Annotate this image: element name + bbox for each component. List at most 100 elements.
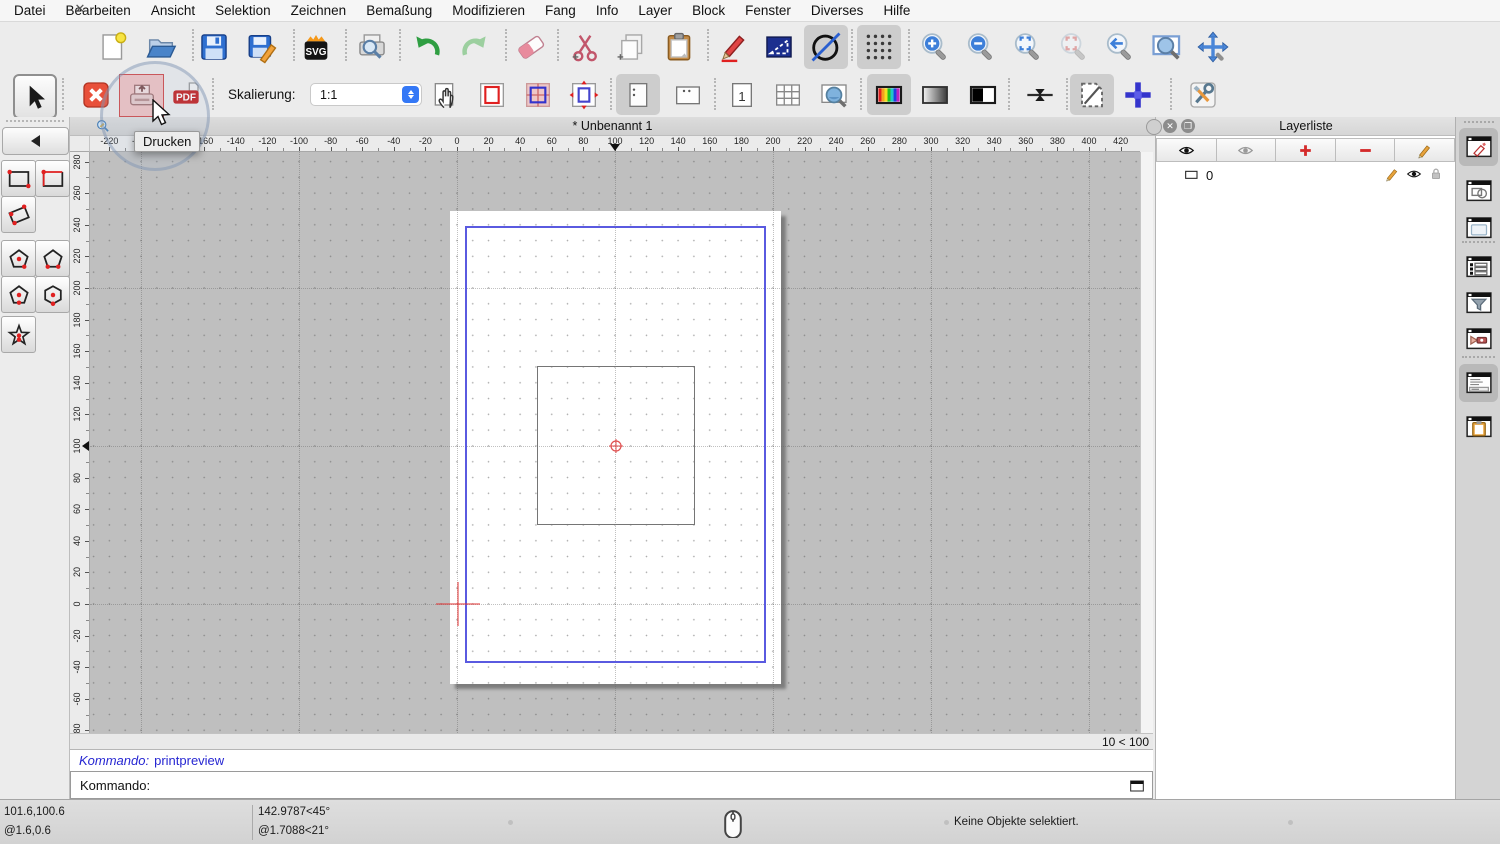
tool-poly-center-vertex-button[interactable]: [1, 240, 36, 277]
tool-rect-rotated-button[interactable]: [1, 196, 36, 233]
menu-item-layer[interactable]: Layer: [628, 3, 682, 18]
dock-filter-button[interactable]: [1459, 284, 1498, 322]
cut-button[interactable]: [562, 25, 606, 69]
page-diagonal-button[interactable]: [1070, 74, 1114, 115]
color-gray-button[interactable]: [913, 74, 957, 115]
ruler-tick: [457, 147, 458, 151]
new-file-button[interactable]: [91, 25, 135, 69]
color-full-button[interactable]: [867, 74, 911, 115]
dock-handle[interactable]: [1464, 121, 1494, 123]
dock-projector-button[interactable]: [1459, 320, 1498, 358]
tool-rect-corners-button[interactable]: [1, 160, 36, 197]
paper-border-button[interactable]: [470, 74, 514, 115]
copy-button[interactable]: [609, 25, 653, 69]
open-folder-button[interactable]: [139, 25, 183, 69]
printer-button[interactable]: [119, 74, 164, 117]
save-button[interactable]: [192, 25, 236, 69]
dock-list-button[interactable]: [1459, 248, 1498, 286]
tool-poly-two-vertex-button[interactable]: [35, 240, 70, 277]
page-single-button[interactable]: 1: [720, 74, 764, 115]
tab-close-button[interactable]: ✕: [72, 1, 88, 17]
pencil-button[interactable]: [1394, 138, 1455, 162]
zoom-in-button[interactable]: [913, 25, 957, 69]
pencil-icon[interactable]: [1384, 166, 1400, 185]
ruler-tick-label: 60: [70, 501, 84, 517]
zoom-out-button[interactable]: [959, 25, 1003, 69]
zoom-page-button[interactable]: [812, 74, 856, 115]
menu-item-diverses[interactable]: Diverses: [801, 3, 874, 18]
dock-layer-button[interactable]: [1459, 128, 1498, 166]
menu-item-bemaßung[interactable]: Bemaßung: [356, 3, 442, 18]
redo-button[interactable]: [453, 25, 497, 69]
zoom-window-button[interactable]: [1145, 25, 1189, 69]
plus-red-button[interactable]: [1275, 138, 1336, 162]
tool-hexagon-button[interactable]: [35, 276, 70, 313]
menu-item-block[interactable]: Block: [682, 3, 735, 18]
zoom-pan-button[interactable]: [1191, 25, 1235, 69]
ruler-tick-label: -40: [70, 659, 84, 675]
tab-corner-button[interactable]: [1146, 119, 1162, 135]
pen-button[interactable]: [711, 25, 755, 69]
print-preview-button[interactable]: [350, 25, 394, 69]
ruler-tick: [852, 148, 853, 151]
dock-block-button[interactable]: [1459, 172, 1498, 210]
dock-handle[interactable]: [6, 120, 64, 122]
tool-poly-center-edge-button[interactable]: [1, 276, 36, 313]
close-x-button[interactable]: [74, 74, 118, 115]
menu-item-info[interactable]: Info: [586, 3, 629, 18]
undo-button[interactable]: [405, 25, 449, 69]
eye-off-button[interactable]: [1216, 138, 1277, 162]
dock-clipboard-button[interactable]: [1459, 408, 1498, 446]
menu-item-ansicht[interactable]: Ansicht: [141, 3, 205, 18]
zoom-back-button[interactable]: [1098, 25, 1142, 69]
scale-dropdown[interactable]: 1:1: [310, 83, 422, 106]
paper-fit-icon: [568, 79, 600, 111]
menu-item-zeichnen[interactable]: Zeichnen: [281, 3, 357, 18]
drawing-canvas[interactable]: [90, 152, 1140, 733]
settings-button[interactable]: [1181, 74, 1225, 115]
color-bw-button[interactable]: [961, 74, 1005, 115]
menu-item-hilfe[interactable]: Hilfe: [873, 3, 920, 18]
command-window-button[interactable]: [1126, 777, 1147, 794]
hand-pan-button[interactable]: [424, 74, 468, 115]
zoom-auto-button[interactable]: [1006, 25, 1050, 69]
pdf-export-button[interactable]: PDF: [164, 74, 208, 115]
save-as-button[interactable]: [240, 25, 284, 69]
menu-item-fenster[interactable]: Fenster: [735, 3, 801, 18]
minus-red-button[interactable]: [1335, 138, 1396, 162]
eye-on-button[interactable]: [1156, 138, 1217, 162]
eye-on-icon[interactable]: [1406, 166, 1422, 185]
snap-grid-button[interactable]: [857, 25, 901, 69]
paper-tiled-button[interactable]: [516, 74, 560, 115]
svg-export-button[interactable]: SVG: [294, 25, 338, 69]
select-arrow-button[interactable]: [13, 74, 57, 119]
back-button[interactable]: [2, 127, 69, 155]
circle-line-button[interactable]: [804, 25, 848, 69]
vertical-scrollbar[interactable]: [1140, 152, 1153, 733]
command-input[interactable]: Kommando:: [70, 771, 1153, 799]
menu-item-bearbeiten[interactable]: Bearbeiten: [56, 3, 141, 18]
tool-rect-edge-button[interactable]: [35, 160, 70, 197]
menu-item-selektion[interactable]: Selektion: [205, 3, 281, 18]
zoom-pan-icon: [1196, 30, 1230, 64]
page-landscape-button[interactable]: [666, 74, 710, 115]
menu-item-datei[interactable]: Datei: [4, 3, 56, 18]
ruler-tick: [86, 715, 89, 716]
lock-icon[interactable]: [1428, 166, 1444, 185]
pencil-icon: [1416, 142, 1433, 159]
page-grid-button[interactable]: [766, 74, 810, 115]
paper-fit-button[interactable]: [562, 74, 606, 115]
line-width-button[interactable]: [1018, 74, 1062, 115]
paste-button[interactable]: [657, 25, 701, 69]
stepper-icon[interactable]: [402, 86, 419, 103]
crosshair-button[interactable]: [1116, 74, 1160, 115]
menu-item-fang[interactable]: Fang: [535, 3, 586, 18]
page-portrait-button[interactable]: [616, 74, 660, 115]
layer-row[interactable]: 0: [1156, 164, 1454, 186]
ruler-tick: [568, 148, 569, 151]
eraser-button[interactable]: [509, 25, 553, 69]
dock-console-button[interactable]: [1459, 364, 1498, 402]
draw-order-button[interactable]: [757, 25, 801, 69]
menu-item-modifizieren[interactable]: Modifizieren: [442, 3, 535, 18]
tool-star-button[interactable]: [1, 316, 36, 353]
